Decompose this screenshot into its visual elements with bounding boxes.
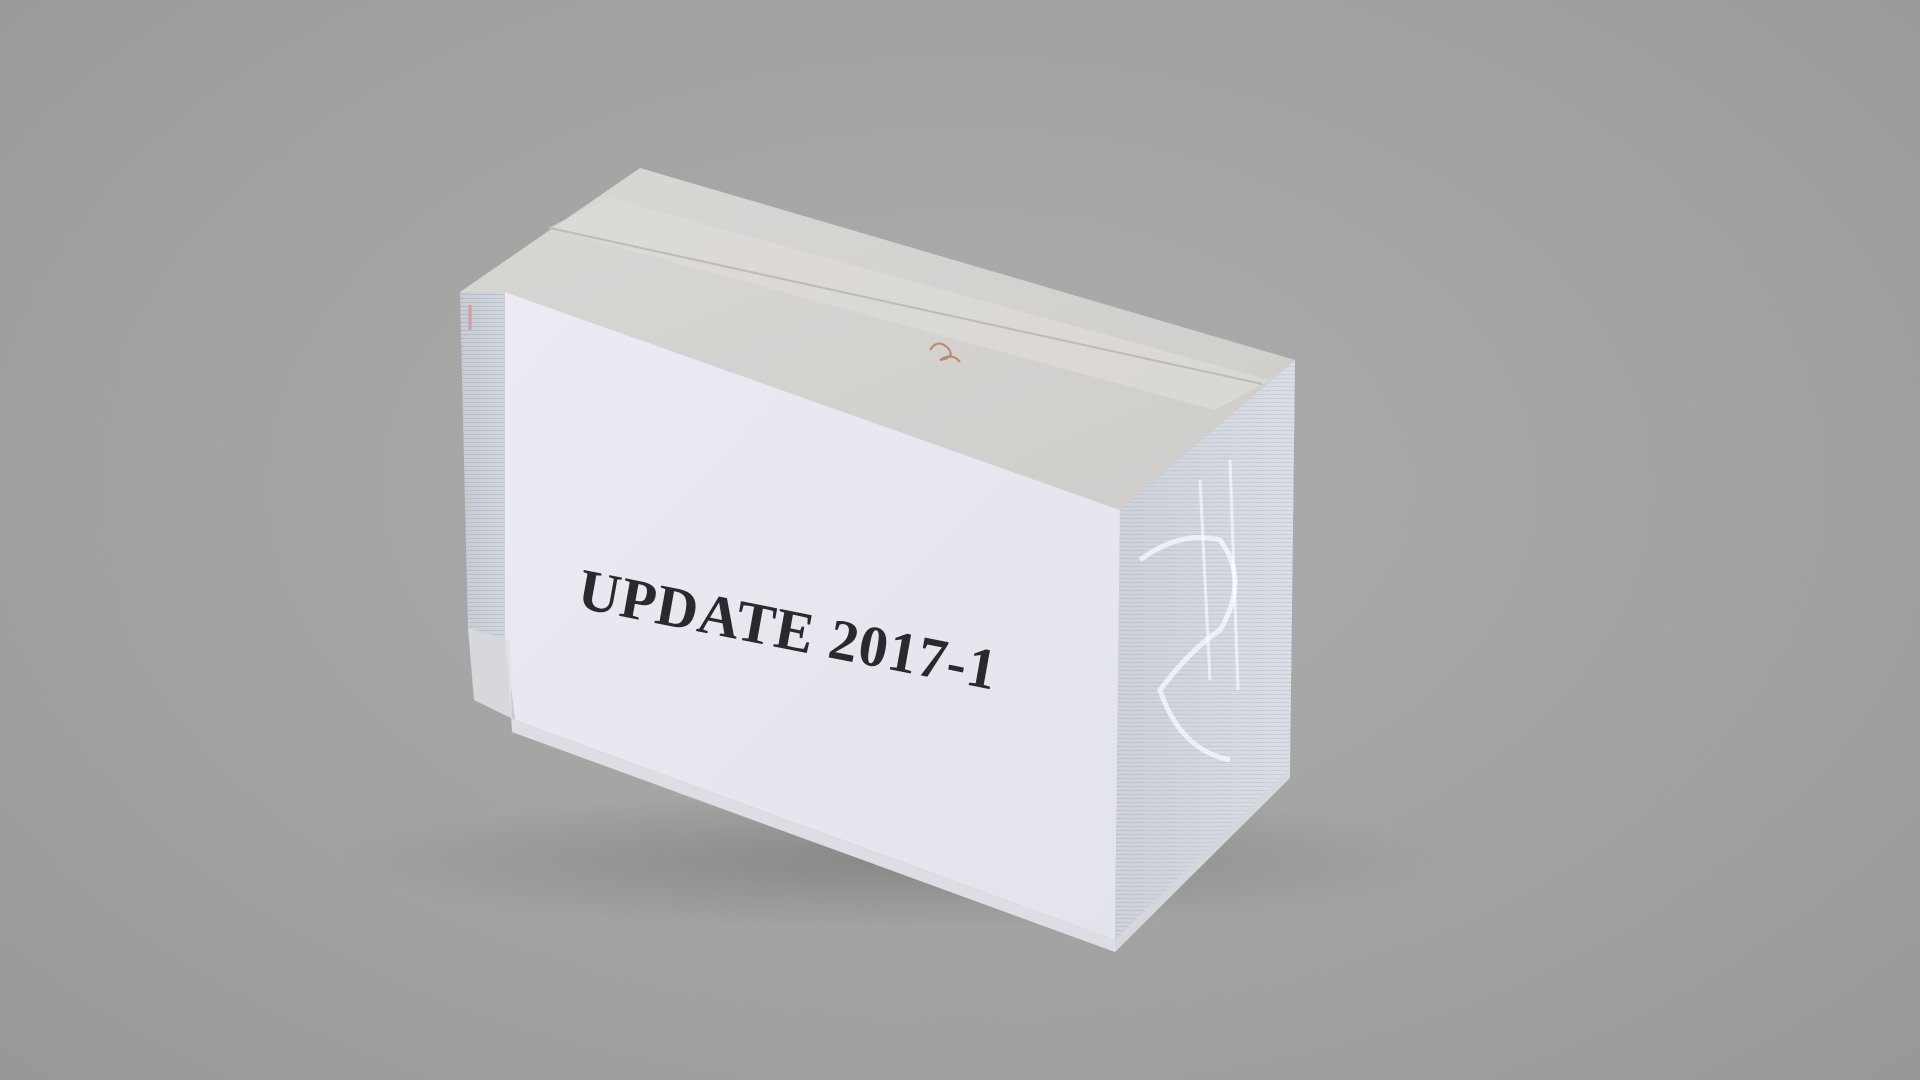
left-edge-lines [460,292,510,640]
card-stack-illustration [340,168,1460,952]
photo-scene: UPDATE 2017-1 [0,0,1920,1080]
